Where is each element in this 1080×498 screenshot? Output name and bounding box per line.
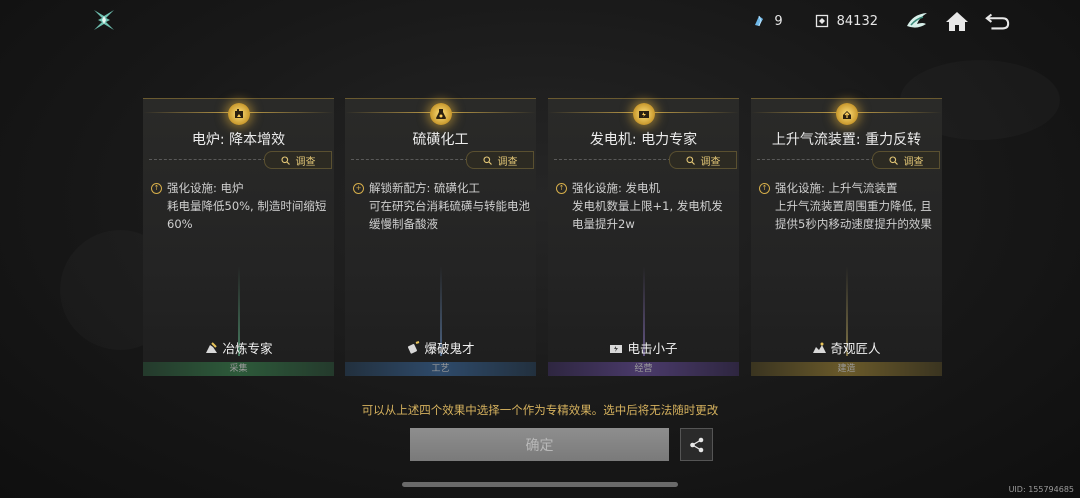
category-label: 工艺: [345, 362, 536, 376]
badge: 电击小子: [548, 338, 739, 357]
badge-label: 爆破鬼才: [424, 341, 475, 356]
card-title: 电炉: 降本增效: [191, 132, 286, 148]
desc-head: 强化设施: 上升气流装置: [775, 181, 898, 195]
upgrade-icon: ↑: [556, 182, 567, 194]
upgrade-icon: ↑: [151, 182, 162, 194]
specialization-card-sulfur[interactable]: 硫磺化工 调查 + 解锁新配方: 硫磺化工 可在研究台消耗硫磺与转能电池缓慢制备酸…: [345, 98, 536, 376]
specialization-cards: 电炉: 降本增效 调查 ↑ 强化设施: 电炉 耗电量降低50%, 制造时间缩短60…: [143, 98, 943, 376]
resource-crystal-value: 9: [774, 13, 783, 29]
survey-label: 调查: [497, 156, 518, 168]
category-label: 采集: [143, 362, 334, 376]
badge: 冶炼专家: [143, 338, 334, 357]
selection-hint: 可以从上述四个效果中选择一个作为专精效果。选中后将无法随时更改: [361, 403, 719, 417]
divider: [554, 159, 681, 160]
desc-head: 解锁新配方: 硫磺化工: [369, 181, 481, 195]
share-icon: [689, 437, 703, 452]
card-description: + 解锁新配方: 硫磺化工 可在研究台消耗硫磺与转能电池缓慢制备酸液: [353, 179, 530, 233]
survey-button[interactable]: 调查: [264, 151, 332, 169]
top-bar: 9 84132: [752, 8, 1010, 34]
coin-icon: [815, 14, 828, 28]
magnifier-icon: [482, 155, 492, 165]
share-button[interactable]: [680, 428, 713, 461]
magnifier-icon: [685, 155, 695, 165]
badge-label: 电击小子: [627, 341, 678, 356]
rank-emblem-icon[interactable]: [904, 8, 930, 34]
card-description: ↑ 强化设施: 电炉 耗电量降低50%, 制造时间缩短60%: [151, 179, 328, 233]
survey-button[interactable]: 调查: [669, 151, 737, 169]
flask-icon: [429, 103, 452, 125]
divider: [757, 159, 884, 160]
divider: [351, 159, 478, 160]
magnifier-icon: [280, 155, 290, 165]
survey-label: 调查: [700, 156, 721, 168]
category-label: 经营: [548, 362, 739, 376]
category-label: 建造: [751, 362, 942, 376]
furnace-icon: [227, 103, 250, 125]
demolition-badge-icon: [408, 340, 420, 354]
divider: [149, 159, 276, 160]
card-description: ↑ 强化设施: 发电机 发电机数量上限+1, 发电机发电量提升2w: [556, 179, 733, 233]
unlock-icon: +: [353, 182, 364, 194]
resource-crystal: 9: [752, 13, 783, 29]
desc-body: 发电机数量上限+1, 发电机发电量提升2w: [572, 199, 723, 231]
badge-label: 冶炼专家: [222, 341, 273, 356]
badge: 奇观匠人: [751, 338, 942, 357]
survey-button[interactable]: 调查: [872, 151, 940, 169]
user-id: UID: 155794685: [1008, 485, 1074, 494]
survey-button[interactable]: 调查: [466, 151, 534, 169]
home-indicator[interactable]: [402, 482, 678, 487]
smelter-badge-icon: [206, 341, 218, 353]
card-title: 硫磺化工: [412, 132, 469, 148]
specialization-card-updraft[interactable]: 上升气流装置: 重力反转 调查 ↑ 强化设施: 上升气流装置 上升气流装置周围重力…: [751, 98, 942, 376]
upgrade-icon: ↑: [759, 182, 770, 194]
wonder-badge-icon: [813, 342, 827, 353]
desc-body: 耗电量降低50%, 制造时间缩短60%: [167, 199, 327, 231]
desc-body: 可在研究台消耗硫磺与转能电池缓慢制备酸液: [369, 199, 530, 231]
electric-badge-icon: [610, 344, 623, 353]
generator-icon: [632, 103, 655, 125]
confirm-button[interactable]: 确定: [410, 428, 669, 461]
survey-label: 调查: [295, 156, 316, 168]
desc-head: 强化设施: 发电机: [572, 181, 661, 195]
card-description: ↑ 强化设施: 上升气流装置 上升气流装置周围重力降低, 且提供5秒内移动速度提升…: [759, 179, 936, 233]
card-title: 上升气流装置: 重力反转: [771, 132, 922, 148]
game-logo-icon[interactable]: [92, 8, 116, 32]
survey-label: 调查: [903, 156, 924, 168]
resource-coin-value: 84132: [836, 13, 878, 29]
updraft-icon: [835, 103, 858, 125]
badge: 爆破鬼才: [345, 338, 536, 357]
card-title: 发电机: 电力专家: [589, 132, 698, 148]
desc-head: 强化设施: 电炉: [167, 181, 244, 195]
badge-label: 奇观匠人: [830, 341, 881, 356]
specialization-card-furnace[interactable]: 电炉: 降本增效 调查 ↑ 强化设施: 电炉 耗电量降低50%, 制造时间缩短60…: [143, 98, 334, 376]
resource-coin: 84132: [815, 14, 878, 29]
home-icon[interactable]: [944, 8, 970, 34]
back-icon[interactable]: [984, 8, 1010, 34]
magnifier-icon: [888, 155, 898, 165]
crystal-icon: [755, 15, 764, 27]
desc-body: 上升气流装置周围重力降低, 且提供5秒内移动速度提升的效果: [775, 199, 932, 231]
specialization-card-generator[interactable]: 发电机: 电力专家 调查 ↑ 强化设施: 发电机 发电机数量上限+1, 发电机发电…: [548, 98, 739, 376]
